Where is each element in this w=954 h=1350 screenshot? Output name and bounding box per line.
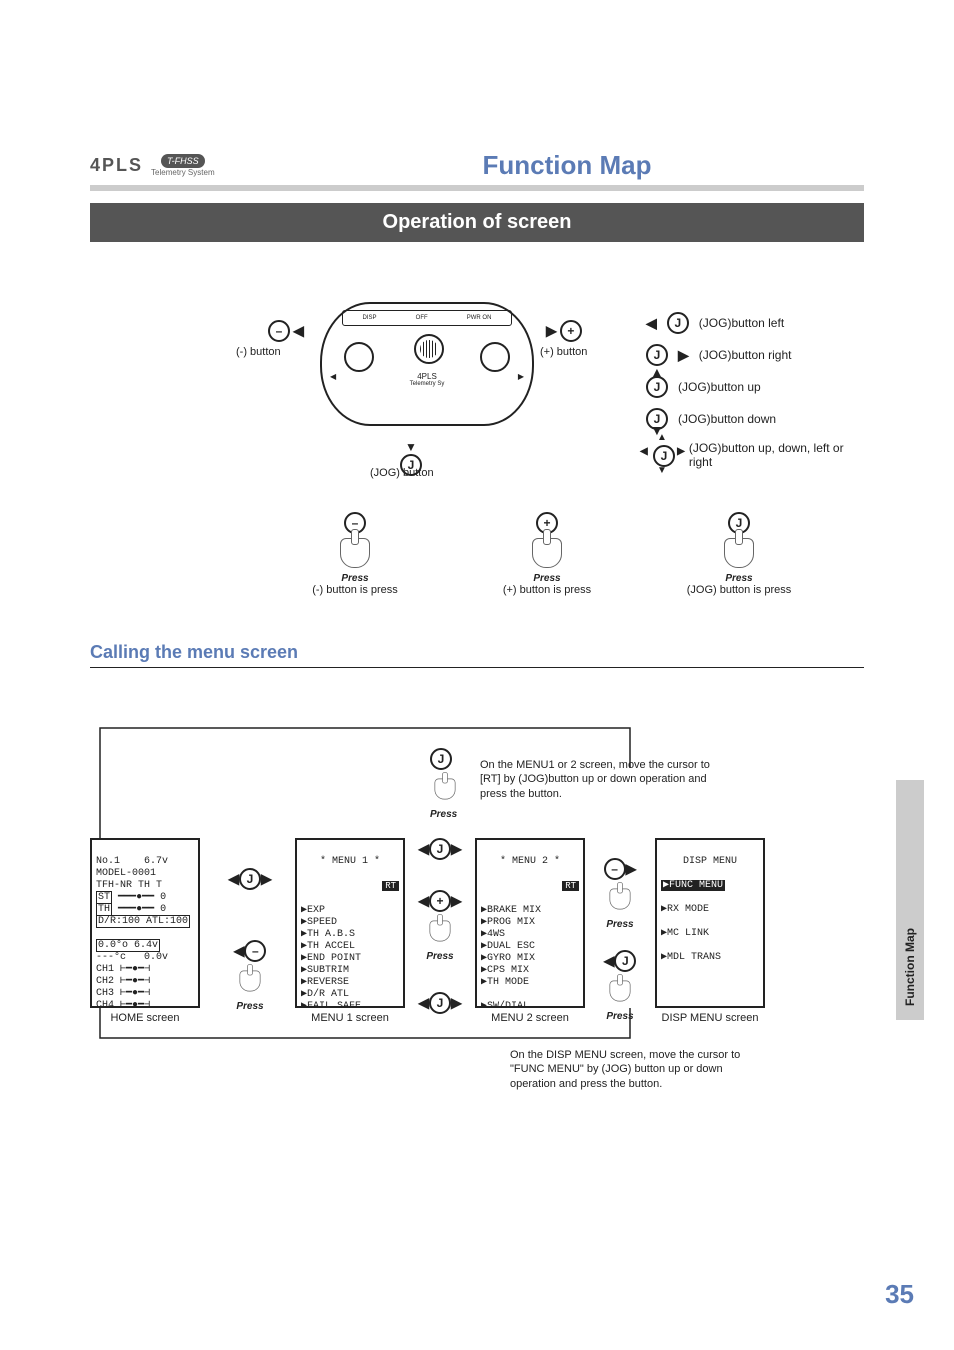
jog-press-icon: J xyxy=(430,748,452,770)
product-logo: 4PLS T-FHSS Telemetry System xyxy=(90,152,250,180)
plus-button-label: (+) button xyxy=(540,346,587,358)
press-word: Press xyxy=(644,573,834,584)
conn-m2-disp: –▶ Press ◀J Press xyxy=(590,858,650,1022)
jog-lr-icon: J xyxy=(429,992,451,1014)
page-number: 35 xyxy=(885,1279,914,1310)
menu2-screen: * MENU 2 * RT ▶BRAKE MIX ▶PROG MIX ▶4WS … xyxy=(475,838,585,1008)
home-screen: No.1 6.7v MODEL-0001 TFH-NR TH T ST ━━━●… xyxy=(90,838,200,1008)
right-tri-icon: ▶ xyxy=(518,372,524,381)
subheading: Calling the menu screen xyxy=(90,642,864,668)
hand-icon xyxy=(240,971,261,992)
jog-right-row: J ▶ (JOG)button right xyxy=(646,344,864,366)
press-word: Press xyxy=(452,573,642,584)
jog-right-icon: J xyxy=(646,344,668,366)
tri-left-icon: ◀ xyxy=(646,315,657,332)
disp-menu-screen: DISP MENU ▶FUNC MENU ▶RX MODE ▶MC LINK ▶… xyxy=(655,838,765,1008)
tri-r-icon: ▶ xyxy=(677,446,685,457)
hand-icon xyxy=(340,538,370,568)
minus-conn-icon: – xyxy=(604,858,626,880)
flow-note-bottom: On the DISP MENU screen, move the cursor… xyxy=(510,1048,770,1091)
home-caption: HOME screen xyxy=(90,1012,200,1024)
jog-up-row: ▲ J (JOG)button up xyxy=(646,376,864,398)
tri-u-icon: ▲ xyxy=(657,432,667,443)
jog-dial xyxy=(414,334,444,364)
arrow-down-icon: ▼ xyxy=(400,440,422,454)
press-plus-label: (+) button is press xyxy=(452,584,642,596)
page-title: Function Map xyxy=(270,150,864,181)
section-heading: Operation of screen xyxy=(90,203,864,242)
hand-icon xyxy=(610,981,631,1002)
conn-home-menu1: ◀J▶ ◀– Press xyxy=(210,868,290,1012)
hand-icon xyxy=(724,538,754,568)
press-row: – Press (-) button is press + Press (+) … xyxy=(260,512,834,596)
controller-logo: 4PLS Telemetry Sy xyxy=(322,372,532,387)
press-minus: – Press (-) button is press xyxy=(260,512,450,596)
jog-up-label: (JOG)button up xyxy=(678,380,761,394)
menu2-caption: MENU 2 screen xyxy=(475,1012,585,1024)
jog-any-label: (JOG)button up, down, left or right xyxy=(689,441,864,469)
jog-down-label: (JOG)button down xyxy=(678,412,776,426)
press-jog-label: (JOG) button is press xyxy=(644,584,834,596)
hand-icon xyxy=(532,538,562,568)
jog-lr-icon: J xyxy=(429,838,451,860)
minus-conn-icon: – xyxy=(244,940,266,962)
controller-diagram: DISP OFF PWR ON 4PLS Telemetry Sy ◀ ▶ – … xyxy=(90,302,864,602)
jog-left-row: ◀ J (JOG)button left xyxy=(646,312,864,334)
rt-badge: RT xyxy=(382,881,399,891)
tri-up-icon: ▲ xyxy=(650,364,664,380)
controller-switch-panel: DISP OFF PWR ON xyxy=(342,310,512,326)
switch-off: OFF xyxy=(416,315,428,321)
press-word: Press xyxy=(260,573,450,584)
logo-subtext: Telemetry System xyxy=(151,168,215,177)
jog-direction-list: ◀ J (JOG)button left J ▶ (JOG)button rig… xyxy=(646,312,864,470)
plus-icon: + xyxy=(560,320,582,342)
jog-button-label: (JOG) button xyxy=(370,467,434,479)
press-jog: J Press (JOG) button is press xyxy=(644,512,834,596)
disp-caption: DISP MENU screen xyxy=(655,1012,765,1024)
jog-left-label: (JOG)button left xyxy=(699,316,784,330)
plus-conn-icon: + xyxy=(429,890,451,912)
controller-body: DISP OFF PWR ON 4PLS Telemetry Sy ◀ ▶ xyxy=(320,302,534,426)
minus-button xyxy=(344,342,374,372)
menu1-caption: MENU 1 screen xyxy=(295,1012,405,1024)
hand-icon xyxy=(610,889,631,910)
jog-any-row: J ◀ ▶ ▲ ▼ (JOG)button up, down, left or … xyxy=(646,440,864,470)
header: 4PLS T-FHSS Telemetry System Function Ma… xyxy=(90,150,864,191)
press-plus: + Press (+) button is press xyxy=(452,512,642,596)
minus-callout-icon: – ◀ xyxy=(268,320,304,342)
jog-right-label: (JOG)button right xyxy=(699,348,792,362)
jog-conn-icon: J xyxy=(614,950,636,972)
switch-pwr: PWR ON xyxy=(467,315,492,321)
jog-down-row: J ▼ (JOG)button down xyxy=(646,408,864,430)
jog-lr-icon: J xyxy=(239,868,261,890)
minus-button-label: (-) button xyxy=(236,346,281,358)
switch-disp: DISP xyxy=(363,315,377,321)
flow-note-top: On the MENU1 or 2 screen, move the curso… xyxy=(480,758,730,801)
arrow-left-icon: ◀ xyxy=(293,323,304,339)
plus-button xyxy=(480,342,510,372)
left-tri-icon: ◀ xyxy=(330,372,336,381)
conn-m1-m2: ◀J▶ ◀+▶ Press ◀J▶ xyxy=(410,838,470,1014)
hand-icon xyxy=(435,779,456,800)
jog-press-top: J Press xyxy=(430,748,460,820)
tri-d-icon: ▼ xyxy=(657,465,667,476)
hand-icon xyxy=(430,921,451,942)
tri-l-icon: ◀ xyxy=(640,446,648,457)
jog-left-icon: J xyxy=(667,312,689,334)
jog-any-icon: J xyxy=(653,445,675,467)
press-minus-label: (-) button is press xyxy=(260,584,450,596)
side-tab-label: Function Map xyxy=(903,867,917,1067)
logo-text: 4PLS xyxy=(90,155,143,176)
plus-callout-icon: ▶ + xyxy=(546,320,582,342)
side-tab: Function Map xyxy=(896,780,924,1020)
rt-badge: RT xyxy=(562,881,579,891)
logo-badge: T-FHSS xyxy=(161,154,205,168)
press-word: Press xyxy=(430,809,460,820)
flow-diagram: J Press On the MENU1 or 2 screen, move t… xyxy=(90,708,864,1108)
arrow-right-icon: ▶ xyxy=(546,323,557,339)
minus-icon: – xyxy=(268,320,290,342)
menu1-screen: * MENU 1 * RT ▶EXP ▶SPEED ▶TH A.B.S ▶TH … xyxy=(295,838,405,1008)
tri-right-icon: ▶ xyxy=(678,347,689,364)
